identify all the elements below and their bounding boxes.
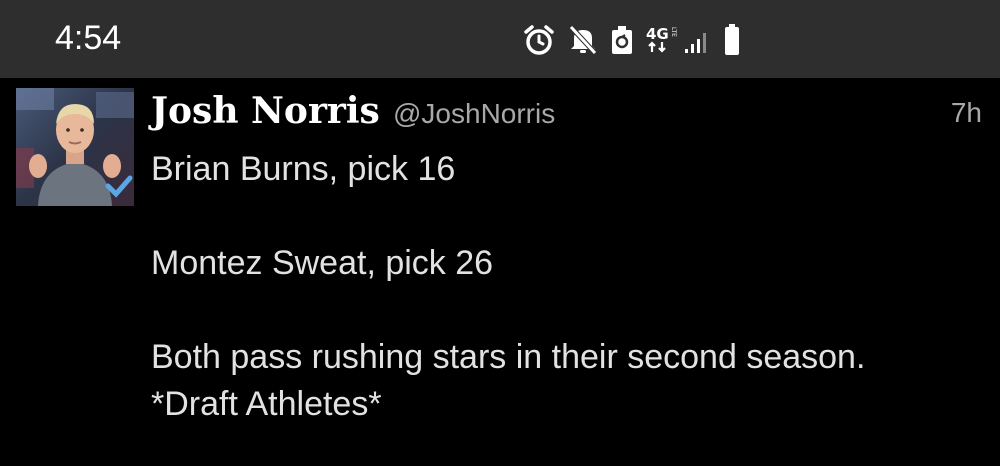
signal-icon	[683, 25, 711, 55]
tweet-text-line-4: *Draft Athletes*	[151, 385, 382, 423]
battery-icon	[723, 23, 741, 57]
status-clock: 4:54	[55, 19, 122, 57]
mute-icon	[568, 24, 598, 56]
avatar-photo	[16, 88, 134, 206]
alarm-icon	[522, 23, 556, 57]
author-name[interactable]: Josh Norris	[151, 88, 380, 134]
tweet-text-line-2: Montez Sweat, pick 26	[151, 244, 494, 282]
status-icons: 4G LTE	[522, 20, 753, 60]
tweet-text-line-3: Both pass rushing stars in their second …	[151, 338, 866, 376]
tweet-age: 7h	[950, 97, 982, 128]
status-bar: 4:54 4G LTE	[0, 0, 1000, 78]
avatar[interactable]	[16, 88, 134, 206]
tweet-text-line-1: Brian Burns, pick 16	[151, 150, 456, 188]
data-saver-icon	[610, 24, 634, 56]
author-handle[interactable]: @JoshNorris	[393, 96, 555, 132]
network-icon: 4G LTE	[646, 27, 677, 53]
tweet-card[interactable]	[0, 78, 1000, 466]
